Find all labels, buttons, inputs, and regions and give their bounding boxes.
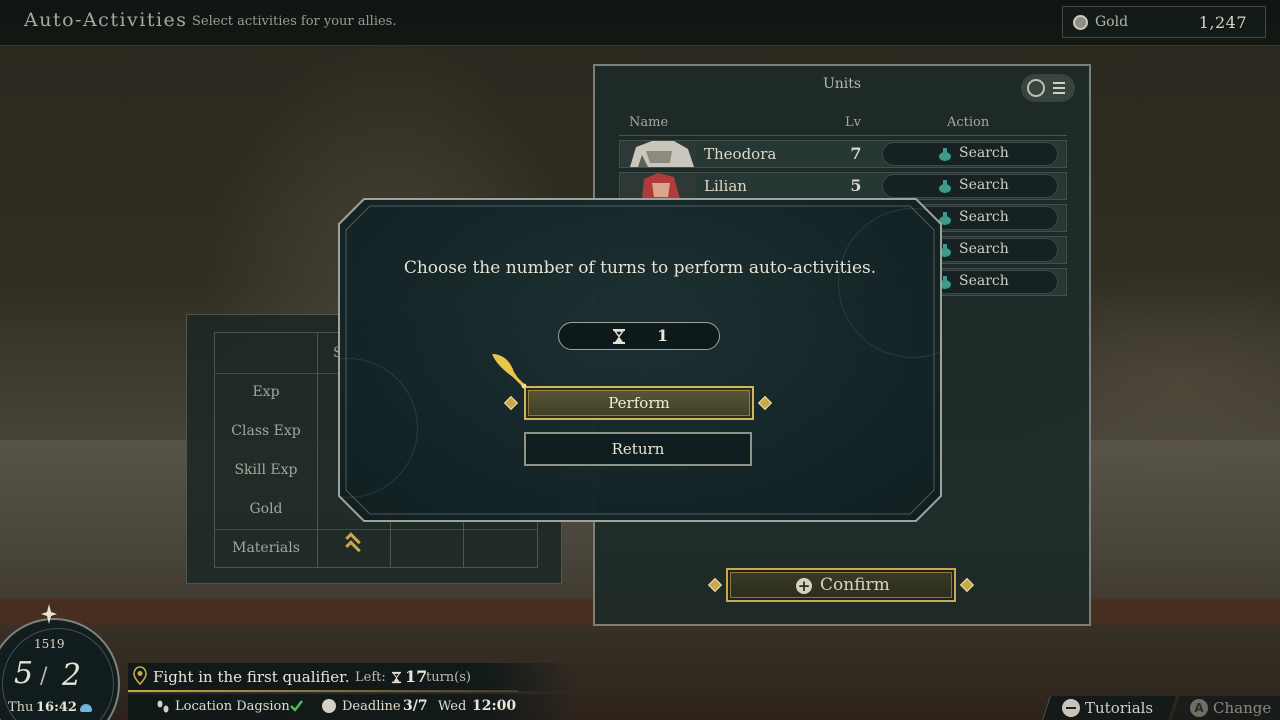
units-column-headers: Name Lv Action — [619, 114, 1067, 136]
unit-name: Theodora — [704, 145, 777, 163]
dialog-prompt: Choose the number of turns to perform au… — [403, 258, 877, 278]
turn-count-value: 1 — [657, 326, 669, 345]
lilian-portrait — [622, 173, 696, 199]
stat-label-class-exp: Class Exp — [231, 423, 301, 439]
calendar-year: 1519 — [34, 637, 65, 651]
column-name: Name — [629, 115, 669, 130]
calendar-separator: / — [40, 664, 48, 689]
footsteps-icon — [157, 700, 169, 713]
unit-action-label: Search — [959, 145, 1009, 161]
coin-icon — [1073, 15, 1088, 30]
confirm-label: Confirm — [820, 575, 890, 595]
calendar-day: 2 — [62, 658, 82, 693]
calendar-weekday: Thu — [8, 700, 34, 715]
unit-action-button[interactable]: Search — [882, 174, 1058, 198]
quest-marker-icon — [133, 666, 147, 685]
hourglass-icon — [613, 329, 625, 344]
double-chevron-up-icon — [345, 532, 361, 556]
confirm-button[interactable]: + Confirm — [726, 568, 956, 602]
flask-icon — [939, 148, 951, 161]
clock-time: 16:42 — [36, 700, 77, 715]
change-label[interactable]: Change — [1213, 699, 1271, 717]
deadline-date: 3/7 — [403, 698, 428, 714]
r-stick-icon — [1027, 79, 1045, 97]
unit-action-button[interactable]: Search — [882, 142, 1058, 166]
units-panel-title: Units — [822, 76, 862, 92]
star-icon — [41, 604, 57, 624]
column-action: Action — [947, 115, 990, 130]
screen-title: Auto-Activities — [24, 9, 188, 31]
unit-action-label: Search — [959, 241, 1009, 257]
tutorials-label[interactable]: Tutorials — [1085, 699, 1153, 717]
unit-action-label: Search — [959, 273, 1009, 289]
gold-label: Gold — [1095, 14, 1129, 30]
stat-label-exp: Exp — [252, 384, 280, 400]
top-bar: Auto-Activities Select activities for yo… — [0, 0, 1280, 46]
checkmark-icon — [290, 700, 303, 712]
unit-action-label: Search — [959, 209, 1009, 225]
deadline-time: 12:00 — [472, 698, 517, 714]
deadline-weekday: Wed — [438, 699, 467, 714]
unit-level: 5 — [850, 176, 862, 195]
perform-button[interactable]: Perform — [524, 386, 754, 420]
objective-underline — [128, 690, 518, 692]
minus-button-icon — [1062, 699, 1080, 717]
return-button[interactable]: Return — [524, 432, 752, 466]
column-lv: Lv — [845, 115, 861, 130]
plus-icon: + — [796, 577, 812, 595]
table-divider — [215, 529, 537, 530]
gold-display: Gold 1,247 — [1062, 6, 1266, 38]
unit-row[interactable]: Theodora 7 Search — [619, 140, 1067, 168]
sort-list-icon — [1053, 82, 1065, 94]
screen-subtitle: Select activities for your allies. — [192, 14, 397, 29]
hourglass-icon — [392, 671, 401, 684]
deadline-label: Deadline — [342, 699, 401, 714]
quill-cursor-icon — [492, 354, 527, 389]
flask-icon — [939, 180, 951, 193]
stat-label-gold: Gold — [249, 501, 283, 517]
unit-level: 7 — [850, 144, 862, 163]
theodora-portrait — [622, 141, 696, 167]
weather-icon — [80, 704, 92, 712]
gold-value: 1,247 — [1198, 13, 1247, 32]
location-text: Location Dagsion — [175, 699, 290, 714]
sort-controls[interactable] — [1021, 74, 1075, 102]
clock-icon — [322, 699, 336, 713]
stat-label-materials: Materials — [232, 540, 300, 556]
calendar-month: 5 — [14, 656, 34, 691]
unit-name: Lilian — [704, 177, 747, 195]
perform-left-ornament — [503, 395, 519, 411]
turns-left-label: Left: — [355, 670, 386, 685]
objective-text: Fight in the first qualifier. — [153, 668, 350, 686]
unit-row[interactable]: Lilian 5 Search — [619, 172, 1067, 200]
perform-right-ornament — [757, 395, 773, 411]
a-button-icon: A — [1190, 699, 1208, 717]
turns-left-unit: turn(s) — [426, 670, 471, 685]
unit-action-label: Search — [959, 177, 1009, 193]
turns-left-value: 17 — [405, 667, 428, 686]
stat-label-skill-exp: Skill Exp — [234, 462, 298, 478]
turn-count-selector[interactable]: 1 — [558, 322, 720, 350]
turns-dialog: Choose the number of turns to perform au… — [338, 198, 942, 522]
table-divider — [317, 333, 318, 567]
